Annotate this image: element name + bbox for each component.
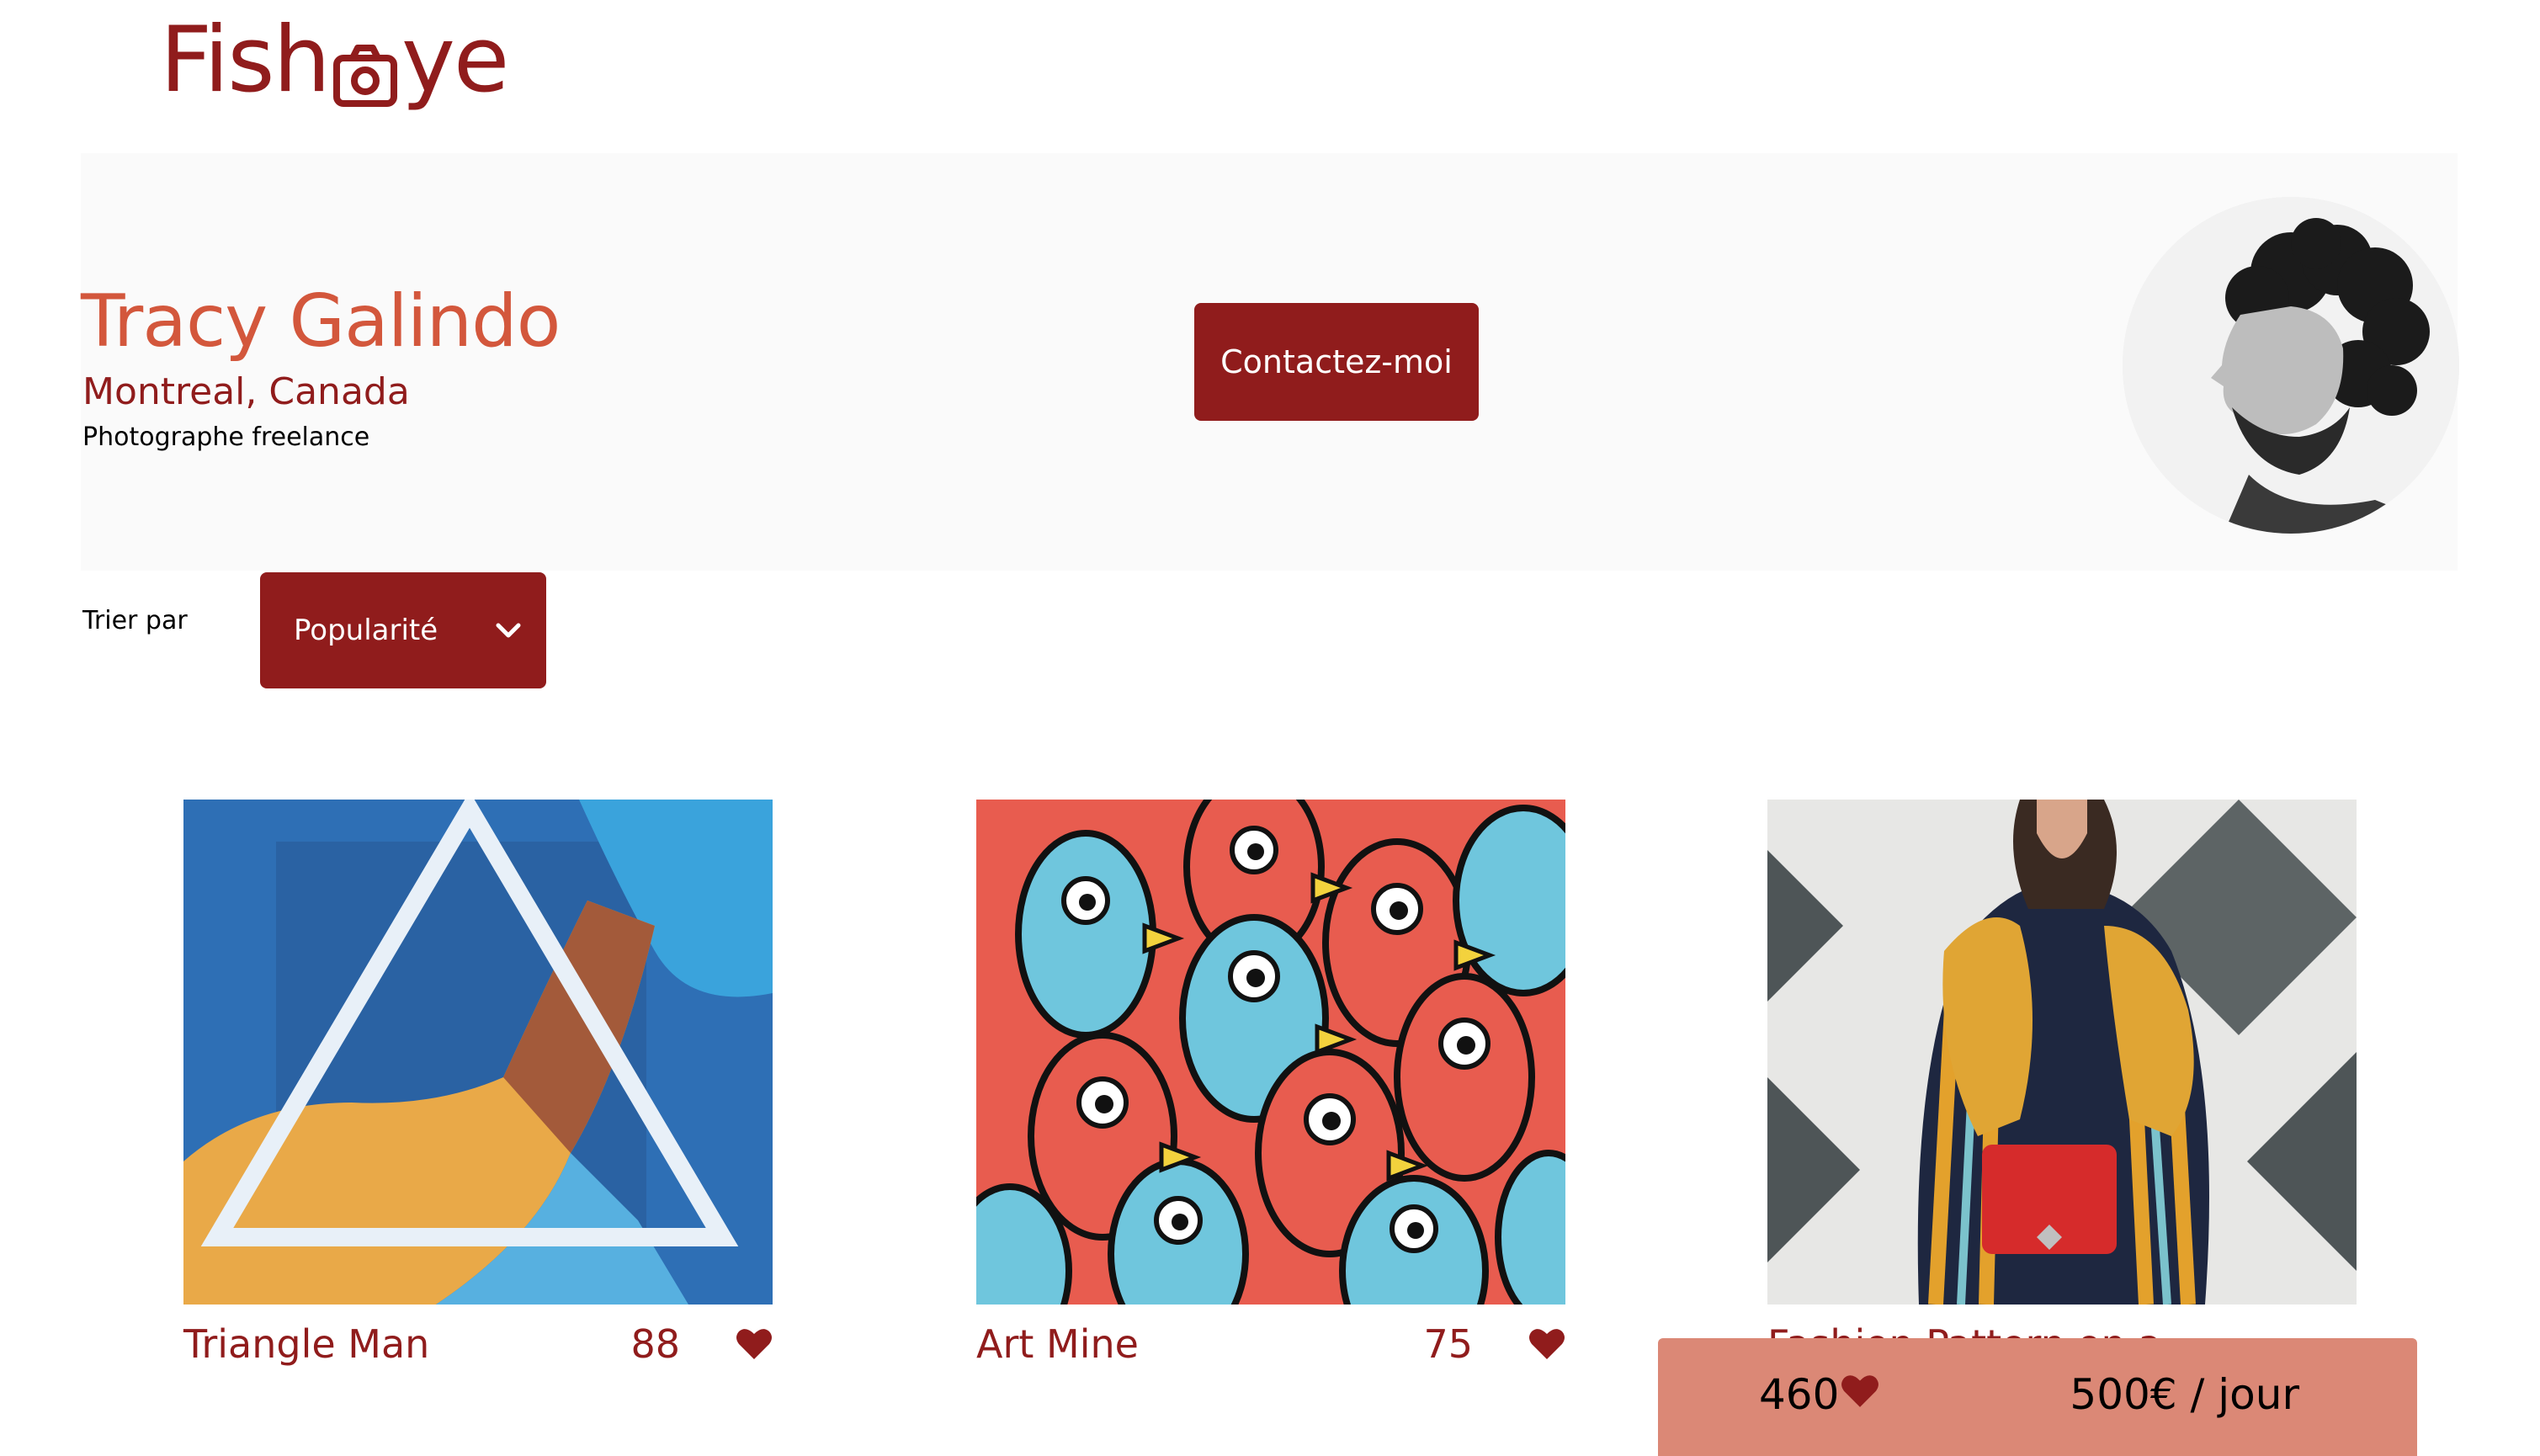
fisheye-logo[interactable]: Fish ye (160, 8, 509, 113)
media-title: Art Mine (976, 1321, 1139, 1367)
contact-button[interactable]: Contactez-moi (1194, 303, 1479, 421)
media-title: Triangle Man (183, 1321, 430, 1367)
media-likes: 88 (630, 1321, 680, 1367)
media-card: Art Mine 75 (976, 800, 1565, 1384)
photographer-tagline: Photographe freelance (82, 422, 370, 452)
sort-label: Trier par (82, 606, 188, 635)
heart-icon[interactable] (1528, 1325, 1565, 1359)
photographer-avatar (2123, 197, 2459, 534)
likes-price-bar: 460 500€ / jour (1658, 1338, 2417, 1456)
sort-selected-value: Popularité (294, 614, 438, 647)
media-likes: 75 (1423, 1321, 1473, 1367)
chevron-down-icon (496, 614, 521, 647)
media-meta: Triangle Man 88 (183, 1316, 773, 1384)
camera-icon (332, 33, 398, 107)
photographer-name: Tracy Galindo (81, 279, 561, 364)
media-thumbnail[interactable] (183, 800, 773, 1305)
total-likes: 460 (1759, 1370, 1879, 1419)
total-likes-count: 460 (1759, 1370, 1840, 1419)
media-meta: Art Mine 75 (976, 1316, 1565, 1384)
media-thumbnail[interactable] (976, 800, 1565, 1305)
logo-text-end: ye (401, 8, 509, 113)
photographer-location: Montreal, Canada (82, 370, 410, 413)
logo-text-start: Fish (160, 8, 331, 113)
heart-icon (1839, 1370, 1879, 1419)
heart-icon[interactable] (736, 1325, 773, 1359)
media-card: Triangle Man 88 (183, 800, 773, 1384)
daily-price: 500€ / jour (2070, 1370, 2299, 1419)
photographer-page: Fish ye Tracy Galindo Montreal, Canada P… (0, 0, 2540, 1456)
media-card: Fashion Pattern on a (1767, 800, 2357, 1384)
media-thumbnail[interactable] (1767, 800, 2357, 1305)
photographer-header: Tracy Galindo Montreal, Canada Photograp… (81, 153, 2459, 571)
sort-dropdown[interactable]: Popularité (260, 572, 546, 688)
